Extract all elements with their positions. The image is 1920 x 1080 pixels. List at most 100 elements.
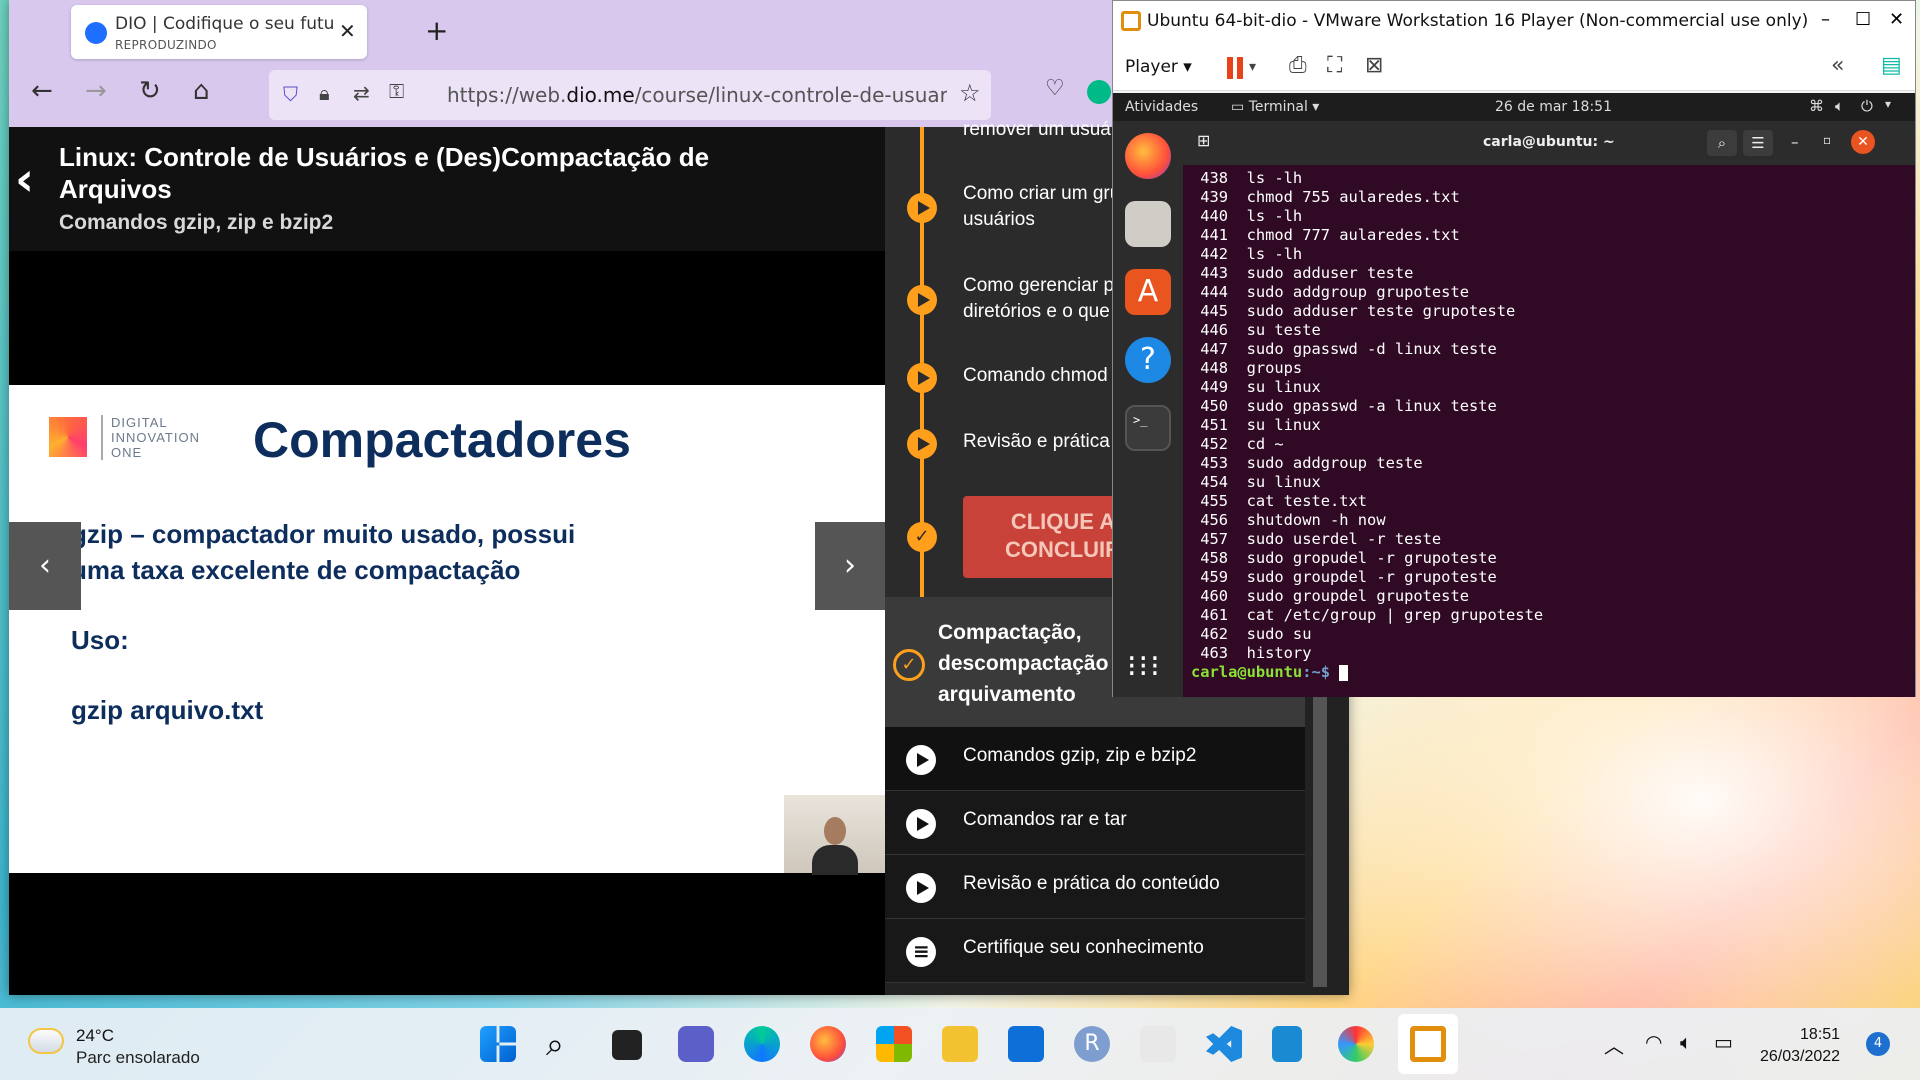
collapse-icon[interactable]: «	[1831, 53, 1844, 78]
grammarly-icon[interactable]	[1087, 80, 1111, 104]
python-doc-icon[interactable]	[1140, 1026, 1176, 1062]
network-icon[interactable]: ⌘	[1809, 97, 1824, 115]
hamburger-menu-icon[interactable]: ☰	[1743, 130, 1773, 156]
back-to-course-icon[interactable]: ‹	[15, 152, 34, 206]
key-icon[interactable]: ⚿	[389, 79, 404, 103]
restore-icon[interactable]: ▫	[1823, 133, 1831, 147]
activities-button[interactable]: Atividades	[1125, 99, 1198, 115]
slide-title: Compactadores	[253, 412, 631, 468]
home-icon[interactable]: ⌂	[193, 76, 210, 106]
pocket-icon[interactable]: ♡	[1045, 76, 1065, 101]
url-bar[interactable]: ⛉ 🔒︎ ⇄ ⚿ https://web.dio.me/course/linux…	[269, 70, 991, 120]
vmware-title: Ubuntu 64-bit-dio - VMware Workstation 1…	[1147, 11, 1809, 31]
help-icon[interactable]: ?	[1125, 337, 1171, 383]
close-tab-icon[interactable]: ✕	[339, 19, 356, 43]
minimize-icon[interactable]: –	[1791, 133, 1799, 151]
bookmark-star-icon[interactable]: ☆	[959, 79, 981, 107]
play-icon[interactable]	[907, 285, 937, 315]
start-icon[interactable]	[480, 1026, 516, 1062]
vscode-icon[interactable]	[1206, 1026, 1242, 1062]
search-icon[interactable]: ⌕	[546, 1026, 582, 1062]
pause-icon[interactable]	[1237, 57, 1243, 79]
slide-uso: Uso:	[71, 625, 129, 655]
terminal-prompt[interactable]: carla@ubuntu:~$	[1191, 663, 1349, 681]
battery-icon[interactable]: ▭	[1714, 1030, 1733, 1054]
edge-icon[interactable]	[744, 1026, 780, 1062]
lock-icon[interactable]: 🔒︎	[319, 81, 330, 105]
clock[interactable]: 18:51 26/03/2022	[1760, 1024, 1840, 1068]
notification-badge[interactable]: 4	[1866, 1032, 1890, 1056]
section-title: Compactação, descompactação e arquivamen…	[938, 621, 1126, 706]
firefox-icon[interactable]	[810, 1026, 846, 1062]
power-icon[interactable]: ⏻	[1861, 97, 1873, 115]
play-icon[interactable]	[907, 363, 937, 393]
paint-icon[interactable]	[1338, 1026, 1374, 1062]
store-icon[interactable]	[876, 1026, 912, 1062]
ubuntu-clock[interactable]: 26 de mar 18:51	[1495, 99, 1612, 115]
permissions-icon[interactable]: ⇄	[353, 81, 370, 105]
files-icon[interactable]	[1125, 201, 1171, 247]
send-ctrl-alt-del-icon[interactable]: ⎙	[1289, 53, 1307, 78]
new-tab-icon[interactable]: ⊞	[1197, 131, 1210, 150]
ubuntu-dock: A ? >_ ⁝⁝⁝	[1113, 121, 1183, 697]
task-view-icon[interactable]	[612, 1030, 642, 1060]
player-menu[interactable]: Player ▾	[1125, 57, 1192, 77]
lesson-item[interactable]: Revisão e prática do conteúdo	[885, 855, 1305, 919]
maximize-icon[interactable]: ☐	[1855, 9, 1871, 30]
play-icon	[906, 873, 936, 903]
volume-icon[interactable]: 🔈︎	[1835, 97, 1844, 115]
show-apps-icon[interactable]: ⁝⁝⁝	[1127, 649, 1162, 684]
terminal-app-menu[interactable]: ▭ Terminal ▾	[1231, 99, 1319, 115]
volume-icon[interactable]: 🔈︎	[1680, 1030, 1692, 1054]
history-line: 458 sudo gropudel -r grupoteste	[1191, 549, 1497, 567]
terminal-window[interactable]: ⊞ carla@ubuntu: ~ ⌕ ☰ – ▫ ✕ 438 ls -lh 4…	[1183, 121, 1915, 697]
url-text[interactable]: https://web.dio.me/course/linux-controle…	[447, 83, 947, 107]
fullscreen-icon[interactable]: ⛶	[1327, 53, 1342, 78]
next-slide-button[interactable]: ›	[815, 522, 885, 610]
play-icon[interactable]	[907, 429, 937, 459]
chevron-down-icon[interactable]: ▾	[1249, 59, 1256, 75]
search-icon[interactable]: ⌕	[1707, 130, 1737, 156]
back-icon[interactable]: ←	[31, 76, 53, 106]
lesson-item[interactable]: Comandos rar e tar	[885, 791, 1305, 855]
wifi-icon[interactable]: ◠	[1645, 1030, 1662, 1054]
cursor	[1339, 664, 1349, 681]
teams-chat-icon[interactable]	[678, 1026, 714, 1062]
browser-tab[interactable]: DIO | Codifique o seu futuro glo REPRODU…	[71, 5, 367, 59]
play-icon	[906, 745, 936, 775]
library-icon[interactable]: ▤	[1881, 53, 1902, 78]
close-icon[interactable]: ✕	[1889, 9, 1904, 30]
history-line: 459 sudo groupdel -r grupoteste	[1191, 568, 1497, 586]
unity-icon[interactable]: ⊠	[1365, 53, 1383, 78]
lesson-item[interactable]: Comandos gzip, zip e bzip2	[885, 727, 1305, 791]
terminal-icon[interactable]: >_	[1125, 405, 1171, 451]
new-tab-button[interactable]: +	[425, 14, 448, 47]
history-line: 439 chmod 755 aularedes.txt	[1191, 188, 1460, 206]
history-line: 442 ls -lh	[1191, 245, 1303, 263]
vmware-icon[interactable]	[1410, 1026, 1446, 1062]
terminal-output: 438 ls -lh 439 chmod 755 aularedes.txt 4…	[1191, 169, 1543, 663]
presenter-head	[824, 817, 846, 845]
chevron-up-icon[interactable]: ︿	[1604, 1030, 1624, 1059]
software-icon[interactable]: A	[1125, 269, 1171, 315]
history-line: 457 sudo userdel -r teste	[1191, 530, 1442, 548]
prev-slide-button[interactable]: ‹	[9, 522, 81, 610]
play-icon[interactable]	[907, 193, 937, 223]
weather-widget[interactable]: 24°C Parc ensolarado	[0, 1008, 220, 1080]
file-explorer-icon[interactable]	[942, 1026, 978, 1062]
minimize-icon[interactable]: –	[1821, 9, 1830, 30]
history-line: 452 cd ~	[1191, 435, 1284, 453]
vmware-logo-icon	[1121, 11, 1141, 31]
shield-icon[interactable]: ⛉	[283, 82, 298, 106]
forward-icon[interactable]: →	[85, 76, 107, 106]
history-line: 454 su linux	[1191, 473, 1321, 491]
mail-icon[interactable]	[1008, 1026, 1044, 1062]
close-icon[interactable]: ✕	[1851, 130, 1875, 154]
notepad-icon[interactable]	[1272, 1026, 1302, 1062]
lesson-item[interactable]: Certifique seu conhecimento	[885, 919, 1305, 983]
reload-icon[interactable]: ↻	[139, 76, 161, 106]
chevron-down-icon[interactable]: ▾	[1885, 97, 1891, 111]
pause-icon[interactable]	[1227, 57, 1233, 79]
firefox-icon[interactable]	[1125, 133, 1171, 179]
r-icon[interactable]: R	[1074, 1026, 1110, 1062]
